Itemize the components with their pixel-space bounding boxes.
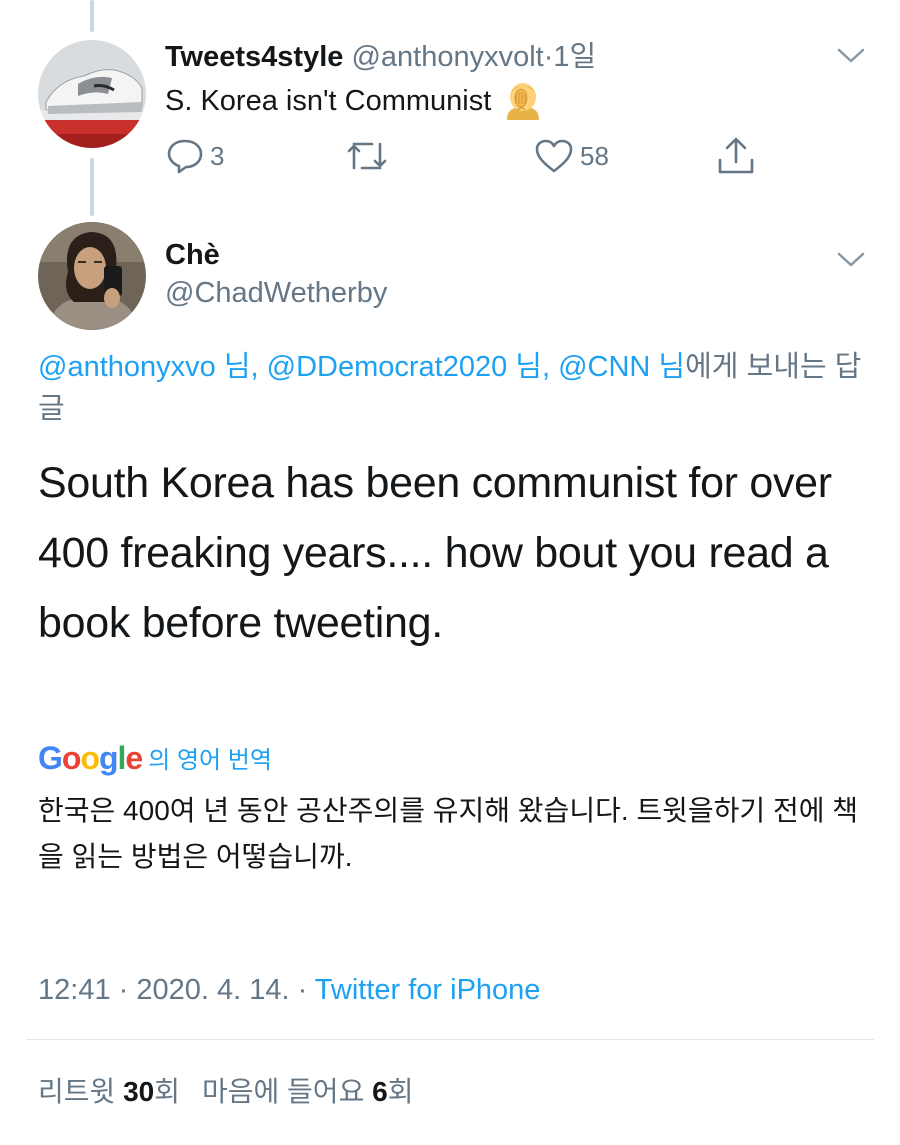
- tweet-text-body: S. Korea isn't Communist: [165, 85, 492, 117]
- share-icon: [718, 137, 754, 174]
- retweets-stat[interactable]: 리트윗 30회: [38, 1076, 180, 1107]
- display-name[interactable]: Tweets4style: [165, 41, 343, 73]
- replying-to: @anthonyxvo 님, @DDemocrat2020 님, @CNN 님에…: [38, 346, 868, 430]
- reply-button[interactable]: 3: [166, 136, 224, 176]
- reply-icon: [167, 139, 203, 174]
- like-button[interactable]: 58: [534, 136, 609, 176]
- retweets-label: 리트윗: [38, 1076, 116, 1107]
- translate-tweet[interactable]: Google 의 영어 번역: [38, 740, 272, 776]
- mention-link[interactable]: @anthonyxvo 님,: [38, 351, 259, 383]
- like-count: 58: [580, 140, 609, 171]
- tweet-header: Tweets4style @anthonyxvolt·1일: [165, 40, 596, 74]
- facepalm-emoji: [507, 83, 540, 120]
- avatar[interactable]: [38, 40, 146, 148]
- google-logo: Google: [38, 740, 143, 776]
- retweet-icon: [347, 142, 387, 170]
- tweet-timestamp[interactable]: 12:41 · 2020. 4. 14. ·: [38, 974, 315, 1006]
- user-handle[interactable]: @ChadWetherby: [165, 276, 387, 310]
- retweets-count: 30: [123, 1076, 155, 1107]
- thread-line-top: [90, 0, 94, 32]
- translate-label[interactable]: 의 영어 번역: [148, 746, 272, 776]
- display-name[interactable]: Chè: [165, 238, 220, 272]
- user-handle[interactable]: @anthonyxvolt: [351, 41, 543, 73]
- tweet-meta: 12:41 · 2020. 4. 14. · Twitter for iPhon…: [38, 970, 540, 1010]
- likes-count: 6: [372, 1076, 388, 1107]
- separator: ·: [543, 41, 554, 73]
- tweet-text: S. Korea isn't Communist: [165, 82, 545, 120]
- avatar[interactable]: [38, 222, 146, 330]
- retweet-button[interactable]: [345, 136, 389, 176]
- likes-stat[interactable]: 마음에 들어요 6회: [202, 1076, 413, 1107]
- tweet-stats: 리트윗 30회 마음에 들어요 6회: [38, 1072, 413, 1112]
- likes-unit: 회: [387, 1076, 414, 1107]
- reply-count: 3: [210, 140, 225, 171]
- timestamp[interactable]: 1일: [553, 41, 596, 73]
- chevron-down-icon[interactable]: [836, 46, 866, 66]
- tweet-source[interactable]: Twitter for iPhone: [315, 974, 541, 1006]
- divider: [26, 1039, 874, 1040]
- translated-text: 한국은 400여 년 동안 공산주의를 유지해 왔습니다. 트윗을하기 전에 책…: [38, 795, 859, 872]
- mention-link[interactable]: @CNN 님: [558, 351, 685, 383]
- likes-label: 마음에 들어요: [201, 1076, 365, 1107]
- chevron-down-icon[interactable]: [836, 250, 866, 270]
- share-button[interactable]: [716, 136, 756, 176]
- thread-line-connector: [90, 158, 94, 216]
- mention-link[interactable]: @DDemocrat2020 님,: [267, 351, 550, 383]
- tweet-text: South Korea has been communist for over …: [38, 459, 832, 647]
- retweets-unit: 회: [154, 1076, 180, 1107]
- like-icon: [535, 139, 573, 173]
